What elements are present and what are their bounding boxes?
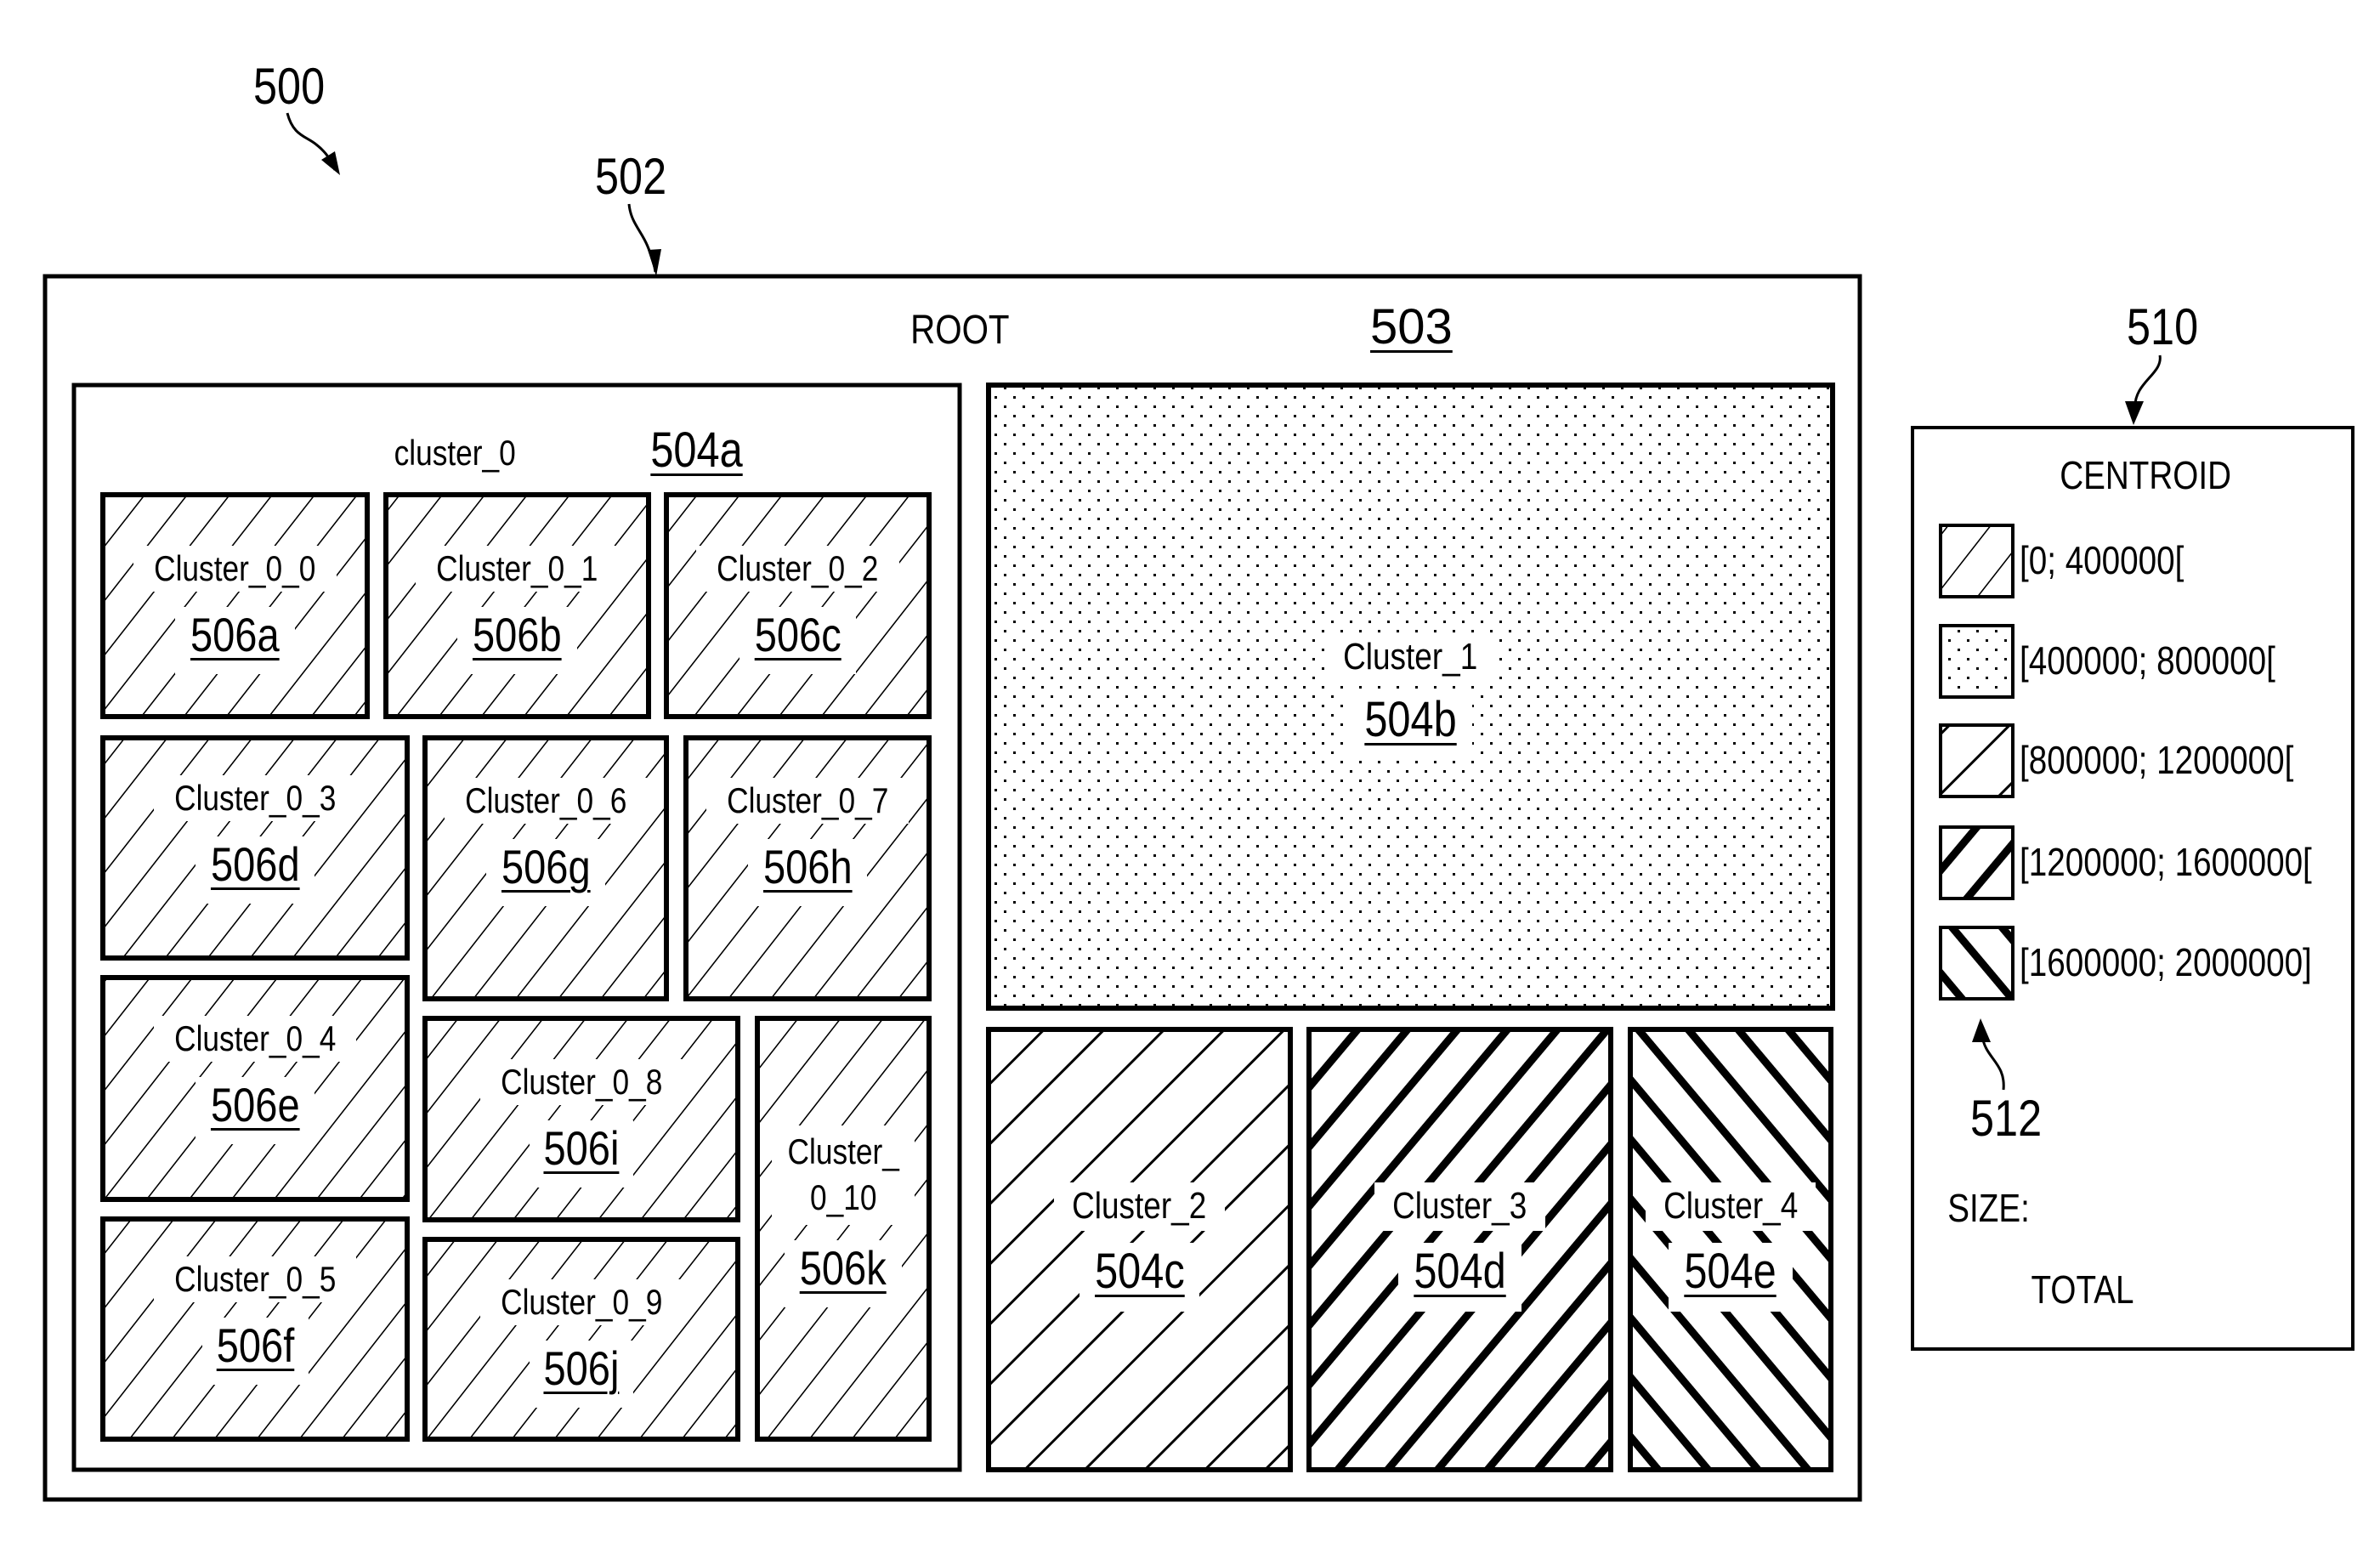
- node-name: Cluster_0_6: [444, 778, 648, 825]
- legend-swatch-thick-hatch-up: [1939, 825, 2014, 900]
- legend-swatch-dots: [1939, 624, 2014, 699]
- node-name: Cluster_ 0_10: [771, 1125, 915, 1225]
- legend-title: CENTROID: [2060, 453, 2232, 497]
- node-label-cluster-0-3: Cluster_0_3 506d: [103, 767, 407, 911]
- node-ref-numeral: 506b: [457, 607, 577, 675]
- node-name: Cluster_1: [1325, 632, 1496, 682]
- treemap-leader-arrow-icon: [627, 203, 657, 273]
- node-label-cluster-0-4: Cluster_0_4 506e: [103, 1007, 407, 1152]
- legend-range-label: [0; 400000[: [2020, 538, 2184, 582]
- legend-swatch-thin-hatch-up: [1939, 524, 2014, 598]
- node-name: Cluster_3: [1374, 1182, 1545, 1231]
- node-label-cluster-0-8: Cluster_0_8 506i: [425, 1051, 738, 1195]
- node-name: Cluster_0_2: [696, 546, 899, 592]
- node-ref-numeral: 506j: [530, 1340, 633, 1408]
- legend-arrowhead-icon: [2125, 401, 2144, 425]
- node-ref-numeral: 506f: [201, 1317, 309, 1385]
- node-name: Cluster_0_0: [133, 546, 337, 592]
- node-ref-numeral: 506d: [195, 836, 315, 904]
- node-ref-numeral: 506h: [747, 839, 868, 907]
- legend-range-label: [400000; 800000[: [2020, 638, 2275, 683]
- node-label-cluster-4: Cluster_4 504e: [1630, 1029, 1831, 1312]
- legend-leader-arrow-icon: [2134, 354, 2162, 409]
- treemap-ref-label: 502: [595, 148, 667, 205]
- node-name: Cluster_0_3: [153, 774, 357, 821]
- node-label-cluster-0-6: Cluster_0_6 506g: [425, 770, 666, 915]
- swatch-ref-label: 512: [1970, 1090, 2043, 1147]
- node-ref-numeral: 504d: [1397, 1242, 1522, 1312]
- node-label-cluster-3: Cluster_3 504d: [1309, 1029, 1611, 1312]
- legend-range-label: [1600000; 2000000]: [2020, 940, 2312, 984]
- figure-ref-label: 500: [253, 58, 326, 115]
- node-label-cluster-0-5: Cluster_0_5 506f: [103, 1248, 407, 1392]
- root-label: ROOT: [910, 308, 1010, 353]
- node-label-cluster-0-7: Cluster_0_7 506h: [686, 770, 929, 915]
- legend-ref-label: 510: [2127, 298, 2199, 355]
- node-name: Cluster_0_1: [416, 546, 619, 592]
- swatch-leader-arrow-icon: [1980, 1035, 2005, 1091]
- node-ref-numeral: 506i: [530, 1120, 633, 1188]
- node-label-cluster-2: Cluster_2 504c: [989, 1029, 1290, 1312]
- legend-range-label: [1200000; 1600000[: [2020, 840, 2312, 884]
- node-ref-numeral: 504b: [1348, 691, 1473, 761]
- node-name: Cluster_0_4: [153, 1015, 357, 1062]
- root-ref-label: 503: [1370, 299, 1453, 354]
- node-label-cluster-0-10: Cluster_ 0_10 506k: [757, 1106, 929, 1327]
- node-label-cluster-0: cluster_0 504a: [74, 411, 960, 496]
- node-name: Cluster_4: [1645, 1182, 1816, 1231]
- figure-arrowhead-icon: [321, 151, 340, 175]
- node-name: Cluster_0_5: [153, 1256, 357, 1302]
- node-label-cluster-0-1: Cluster_0_1 506b: [386, 538, 649, 683]
- swatch-arrowhead-icon: [1972, 1018, 1991, 1042]
- legend-swatch-thin-hatch-down: [1939, 723, 2014, 798]
- node-ref-numeral: 506g: [485, 839, 606, 907]
- node-label-cluster-0-2: Cluster_0_2 506c: [666, 538, 929, 683]
- node-name: cluster_0: [377, 429, 533, 477]
- node-name: Cluster_0_7: [706, 778, 910, 825]
- node-name: Cluster_0_9: [479, 1278, 683, 1325]
- treemap-arrowhead-icon: [648, 249, 661, 276]
- node-ref-numeral: 504a: [634, 421, 758, 485]
- node-ref-numeral: 506c: [739, 607, 857, 675]
- node-ref-numeral: 504e: [1669, 1242, 1793, 1312]
- node-ref-numeral: 506e: [195, 1076, 315, 1144]
- node-label-cluster-0-0: Cluster_0_0 506a: [103, 538, 367, 683]
- legend-swatches: [1939, 524, 2014, 1001]
- legend-range-label: [800000; 1200000[: [2020, 738, 2294, 782]
- node-label-cluster-1: Cluster_1 504b: [989, 385, 1833, 1008]
- legend-swatch-thick-hatch-down: [1939, 926, 2014, 1001]
- node-name: Cluster_0_8: [479, 1058, 683, 1105]
- node-label-cluster-0-9: Cluster_0_9 506j: [425, 1271, 738, 1415]
- legend-size-value: TOTAL: [2031, 1267, 2134, 1312]
- legend-size-label: SIZE:: [1947, 1186, 2030, 1230]
- node-ref-numeral: 506a: [175, 607, 295, 675]
- node-ref-numeral: 504c: [1079, 1242, 1200, 1312]
- node-name: Cluster_2: [1054, 1182, 1225, 1231]
- node-ref-numeral: 506k: [785, 1239, 902, 1307]
